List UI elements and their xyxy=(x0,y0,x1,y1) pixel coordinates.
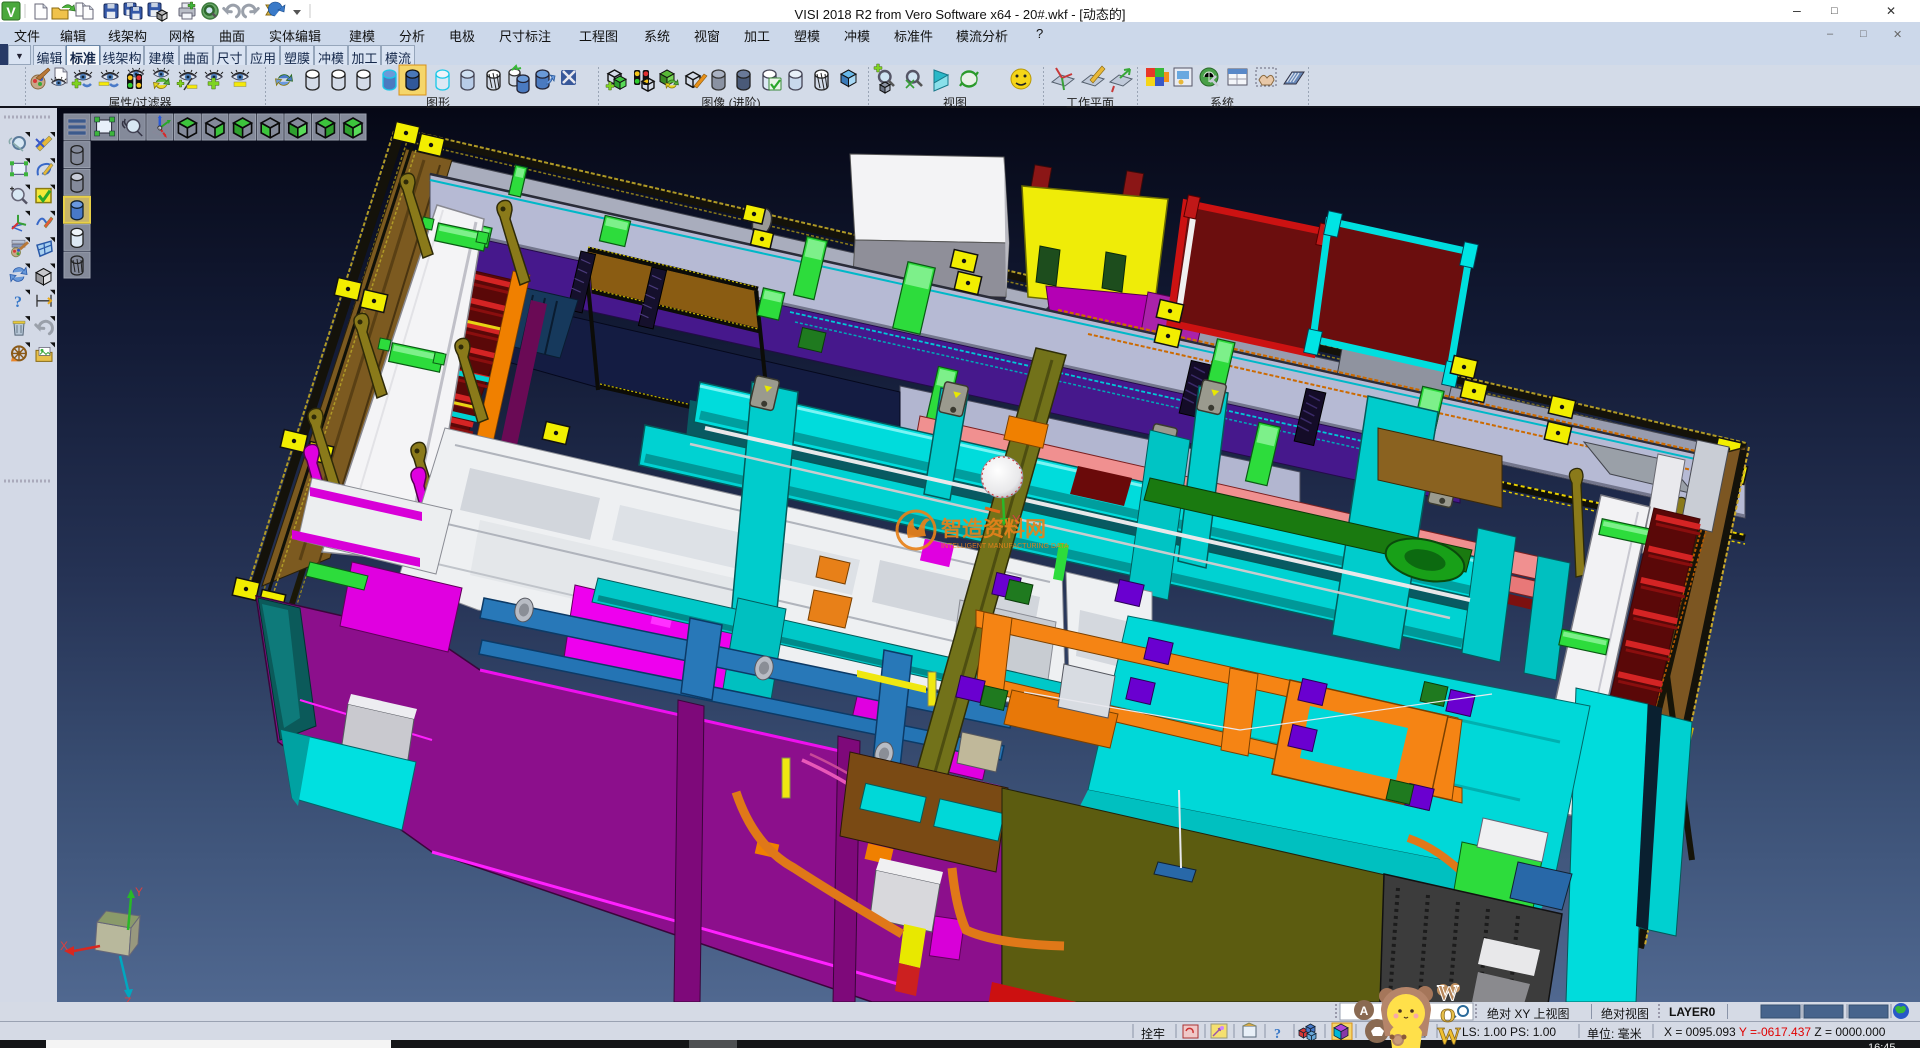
svg-text:16:45: 16:45 xyxy=(1868,1042,1896,1048)
svg-text:W: W xyxy=(1437,980,1459,1005)
svg-text:?: ? xyxy=(1274,1027,1281,1042)
svg-text:A: A xyxy=(1360,1004,1369,1018)
svg-text:W: W xyxy=(1437,1024,1461,1048)
